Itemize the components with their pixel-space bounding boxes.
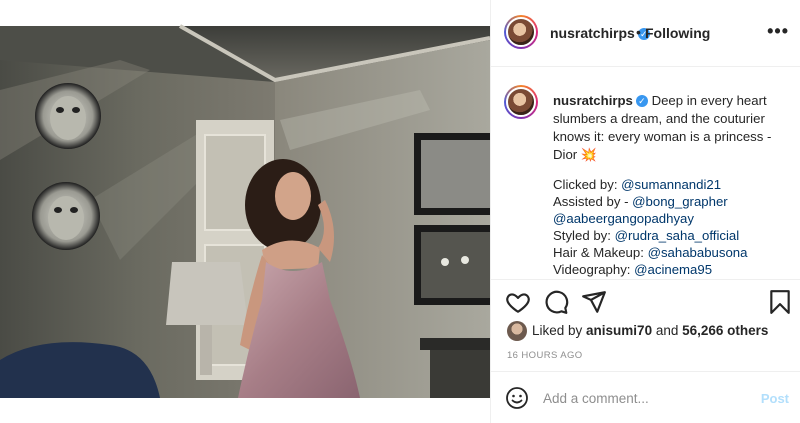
credit-label: Clicked by:: [553, 177, 622, 192]
following-button[interactable]: Following: [645, 25, 710, 41]
credit-mention-link[interactable]: @sumannandi21: [621, 177, 721, 192]
share-icon: [582, 291, 606, 313]
credit-row: Assisted by - @bong_grapher: [553, 193, 789, 210]
header-separator: •: [636, 24, 641, 40]
comment-button[interactable]: [543, 289, 569, 315]
post-timestamp[interactable]: 16 HOURS AGO: [507, 350, 583, 361]
credit-row: Hair & Makeup: @sahababusona: [553, 244, 789, 261]
credit-mention-link[interactable]: @rudra_saha_official: [615, 228, 740, 243]
caption-credits: Clicked by: @sumannandi21 Assisted by - …: [553, 176, 789, 278]
post-header: nusratchirps ✓ • Following •••: [491, 0, 800, 67]
author-username[interactable]: nusratchirps ✓: [550, 25, 650, 41]
credit-label: Styled by:: [553, 228, 615, 243]
credit-label: Videography:: [553, 262, 635, 277]
smiley-icon: [506, 387, 528, 409]
save-button[interactable]: [767, 289, 793, 315]
more-options-icon[interactable]: •••: [767, 21, 789, 42]
likes-count-link[interactable]: 56,266 others: [682, 323, 768, 338]
post-comment-button[interactable]: Post: [761, 391, 789, 406]
credit-row: Clicked by: @sumannandi21: [553, 176, 789, 193]
credit-label: Assisted by -: [553, 194, 633, 209]
caption-text-block: nusratchirps ✓ Deep in every heart slumbe…: [553, 92, 789, 164]
emoji-button[interactable]: [505, 386, 529, 410]
like-button[interactable]: [505, 289, 531, 315]
post-actions-bar: [491, 279, 800, 323]
caption-username[interactable]: nusratchirps ✓: [553, 93, 648, 108]
caption-author-avatar[interactable]: [504, 85, 538, 119]
comment-icon: [545, 290, 569, 314]
credit-mention-link[interactable]: @bong_grapher: [632, 194, 728, 209]
likes-prefix: Liked by: [532, 323, 587, 338]
sparkle-emoji-icon: 💥: [580, 147, 598, 162]
post-photo[interactable]: [0, 0, 490, 423]
credit-mention-link[interactable]: @aabeergangopadhyay: [553, 211, 694, 226]
caption-section: nusratchirps ✓ Deep in every heart slumbe…: [491, 68, 800, 278]
credit-row: @aabeergangopadhyay: [553, 210, 789, 227]
liker-username-link[interactable]: anisumi70: [586, 323, 652, 338]
credit-row: Videography: @acinema95: [553, 261, 789, 278]
share-button[interactable]: [581, 289, 607, 315]
credit-row: Styled by: @rudra_saha_official: [553, 227, 789, 244]
bookmark-icon: [770, 290, 790, 314]
credit-label: Hair & Makeup:: [553, 245, 648, 260]
add-comment-bar: Post: [491, 371, 800, 423]
verified-badge-icon: ✓: [635, 95, 648, 107]
post-side-panel: nusratchirps ✓ • Following ••• nusratchir…: [490, 0, 800, 423]
credit-mention-link[interactable]: @acinema95: [634, 262, 712, 277]
author-avatar[interactable]: [504, 15, 538, 49]
comment-input[interactable]: [543, 388, 743, 408]
likes-summary: Liked by anisumi70 and 56,266 others: [491, 318, 800, 344]
likes-text: Liked by anisumi70 and 56,266 others: [532, 323, 768, 338]
heart-icon: [506, 293, 530, 313]
likes-conjunction: and: [652, 323, 683, 338]
liker-avatar[interactable]: [507, 321, 527, 341]
credit-mention-link[interactable]: @sahababusona: [648, 245, 748, 260]
post-image: [0, 0, 490, 423]
